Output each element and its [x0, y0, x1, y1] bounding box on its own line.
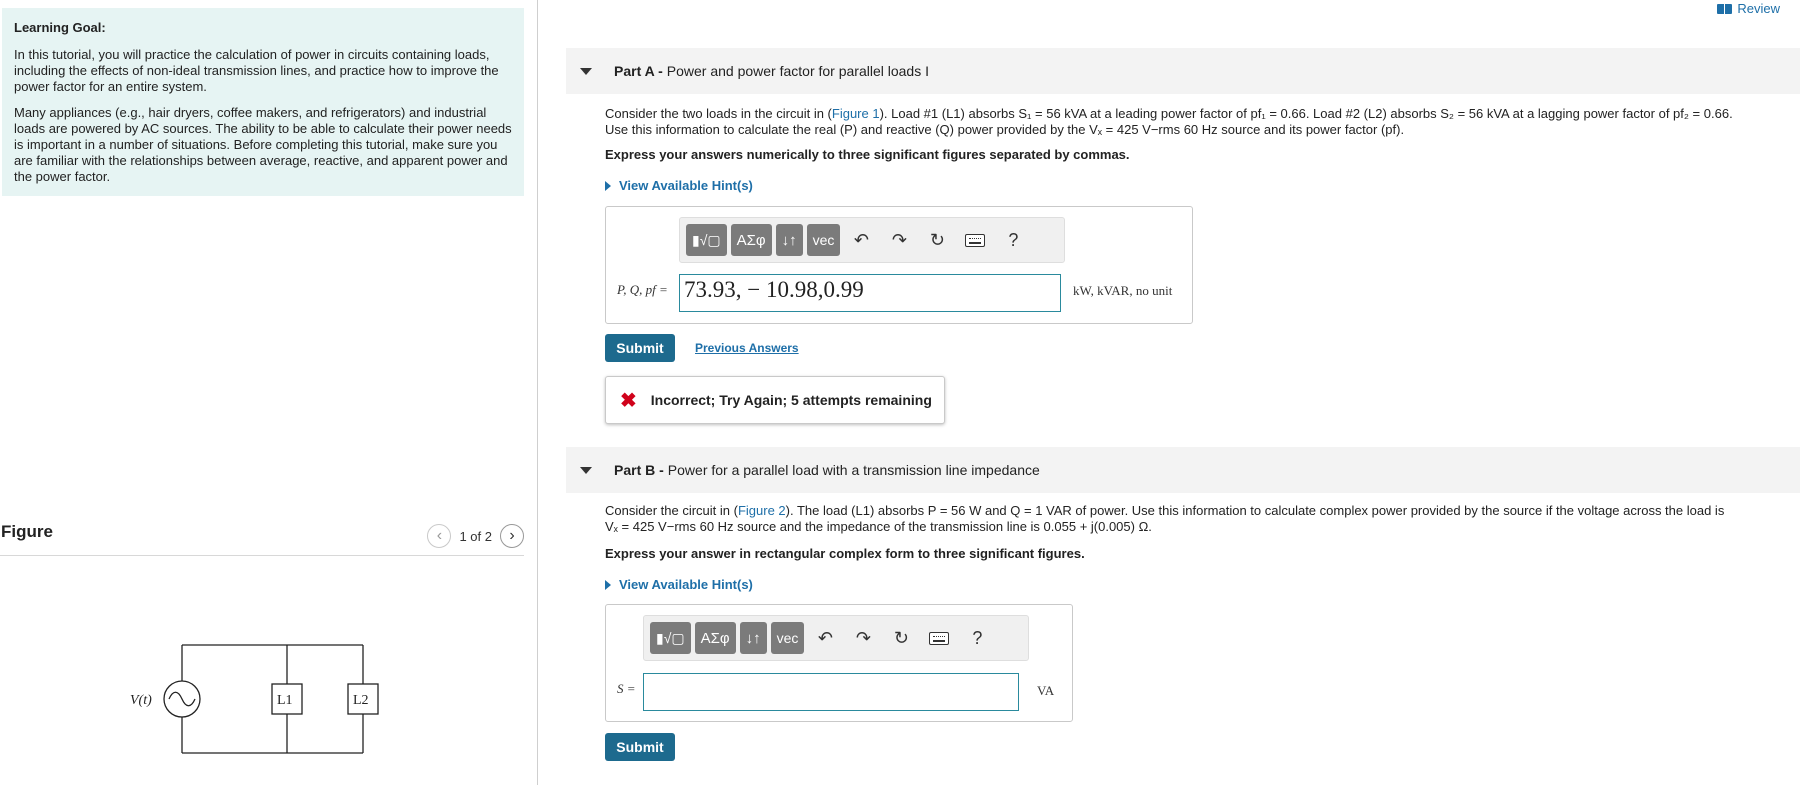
- review-link[interactable]: Review: [1717, 1, 1780, 16]
- expand-triangle-icon: [605, 180, 611, 191]
- part-b-title: Power for a parallel load with a transmi…: [667, 462, 1040, 478]
- chevron-left-icon: ‹: [436, 527, 443, 544]
- learning-goal-title: Learning Goal:: [14, 20, 106, 35]
- figure-pager-text: 1 of 2: [459, 528, 492, 544]
- templates-button[interactable]: ▮√▢: [650, 622, 691, 654]
- part-a-title: Power and power factor for parallel load…: [666, 63, 929, 79]
- part-a-feedback-message: Incorrect; Try Again; 5 attempts remaini…: [650, 392, 932, 408]
- figure-pager: ‹ 1 of 2 ›: [427, 524, 524, 548]
- part-b-math-toolbar: ▮√▢ ΑΣφ ↓↑ vec ↶ ↷ ↻ ?: [643, 615, 1029, 661]
- part-b-label: Part B -: [614, 462, 664, 478]
- templates-button[interactable]: ▮√▢: [686, 224, 727, 256]
- reset-icon[interactable]: ↻: [920, 224, 954, 256]
- source-label: V(t): [130, 693, 152, 708]
- part-b-answer-value: [644, 674, 1018, 678]
- part-a-label: Part A -: [614, 63, 663, 79]
- learning-goal-paragraph-1: In this tutorial, you will practice the …: [14, 47, 499, 94]
- part-a-math-toolbar: ▮√▢ ΑΣφ ↓↑ vec ↶ ↷ ↻ ?: [679, 217, 1065, 263]
- greek-letters-button[interactable]: ΑΣφ: [730, 224, 772, 256]
- redo-icon[interactable]: ↷: [882, 224, 916, 256]
- part-a-instruction: Express your answers numerically to thre…: [605, 147, 1130, 162]
- figure-title: Figure: [1, 522, 53, 541]
- part-a-problem: Consider the two loads in the circuit in…: [605, 106, 1795, 138]
- part-b-problem: Consider the circuit in (Figure 2). The …: [605, 503, 1795, 535]
- part-a-hint-toggle[interactable]: View Available Hint(s): [605, 178, 753, 193]
- part-a-feedback: ✖ Incorrect; Try Again; 5 attempts remai…: [605, 376, 945, 424]
- redo-icon[interactable]: ↷: [846, 622, 880, 654]
- reset-icon[interactable]: ↻: [884, 622, 918, 654]
- keyboard-icon[interactable]: [922, 622, 956, 654]
- previous-answers-link[interactable]: Previous Answers: [695, 341, 799, 355]
- vector-button[interactable]: vec: [806, 224, 841, 256]
- collapse-caret-icon[interactable]: [580, 466, 592, 474]
- part-b-answer-input[interactable]: [643, 673, 1019, 711]
- part-a-answer-input[interactable]: 73.93, − 10.98,0.99: [679, 274, 1061, 312]
- keyboard-icon[interactable]: [958, 224, 992, 256]
- left-panel: Learning Goal: In this tutorial, you wil…: [0, 0, 526, 785]
- undo-icon[interactable]: ↶: [844, 224, 878, 256]
- vector-button[interactable]: vec: [770, 622, 805, 654]
- load-l1-label: L1: [277, 693, 293, 708]
- learning-goal-paragraph-2: Many appliances (e.g., hair dryers, coff…: [14, 105, 512, 184]
- figure-1-link[interactable]: Figure 1: [832, 106, 880, 121]
- part-a-variable-label: P, Q, pf =: [617, 282, 668, 297]
- previous-figure-button[interactable]: ‹: [427, 524, 452, 548]
- next-figure-button[interactable]: ›: [500, 524, 524, 548]
- column-divider: [537, 0, 538, 785]
- part-b-submit-button[interactable]: Submit: [605, 733, 675, 761]
- part-a-problem-text-3: Use this information to calculate the re…: [605, 122, 1405, 137]
- help-icon[interactable]: ?: [960, 622, 994, 654]
- figure-header: Figure ‹ 1 of 2 ›: [0, 518, 524, 556]
- incorrect-x-icon: ✖: [620, 389, 637, 412]
- part-b-problem-text-1: Consider the circuit in (: [605, 503, 738, 518]
- collapse-caret-icon[interactable]: [580, 67, 592, 75]
- part-b-answer-box: ▮√▢ ΑΣφ ↓↑ vec ↶ ↷ ↻ ? S = VA: [605, 604, 1073, 722]
- subscript-superscript-button[interactable]: ↓↑: [775, 224, 803, 256]
- undo-icon[interactable]: ↶: [808, 622, 842, 654]
- part-b-header[interactable]: Part B - Power for a parallel load with …: [566, 447, 1800, 493]
- part-a-submit-button[interactable]: Submit: [605, 334, 675, 362]
- part-a-units: kW, kVAR, no unit: [1073, 283, 1173, 298]
- figure-2-link[interactable]: Figure 2: [738, 503, 786, 518]
- part-b-instruction: Express your answer in rectangular compl…: [605, 546, 1085, 561]
- part-b-variable-label: S =: [617, 681, 636, 696]
- part-a-answer-box: ▮√▢ ΑΣφ ↓↑ vec ↶ ↷ ↻ ? P, Q, pf = 73.93,…: [605, 206, 1193, 324]
- part-b-hint-toggle[interactable]: View Available Hint(s): [605, 577, 753, 592]
- part-a-header[interactable]: Part A - Power and power factor for para…: [566, 48, 1800, 94]
- expand-triangle-icon: [605, 579, 611, 590]
- part-a-hint-label: View Available Hint(s): [619, 178, 753, 193]
- part-b-units: VA: [1037, 683, 1055, 698]
- part-a-problem-text-2: ). Load #1 (L1) absorbs S₁ = 56 kVA at a…: [879, 106, 1733, 121]
- subscript-superscript-button[interactable]: ↓↑: [739, 622, 767, 654]
- learning-goal-box: Learning Goal: In this tutorial, you wil…: [2, 8, 524, 196]
- part-b-problem-text-2: ). The load (L1) absorbs P = 56 W and Q …: [785, 503, 1725, 518]
- part-b-hint-label: View Available Hint(s): [619, 577, 753, 592]
- help-icon[interactable]: ?: [996, 224, 1030, 256]
- part-b-problem-text-3: Vₓ = 425 V−rms 60 Hz source and the impe…: [605, 519, 1152, 534]
- review-label: Review: [1737, 1, 1780, 16]
- part-a-answer-value: 73.93, − 10.98,0.99: [684, 277, 864, 302]
- greek-letters-button[interactable]: ΑΣφ: [694, 622, 736, 654]
- load-l2-label: L2: [353, 693, 369, 708]
- circuit-diagram: V(t) L1 L2: [130, 644, 379, 754]
- book-icon: [1717, 3, 1733, 14]
- chevron-right-icon: ›: [509, 527, 515, 544]
- part-a-problem-text-1: Consider the two loads in the circuit in…: [605, 106, 832, 121]
